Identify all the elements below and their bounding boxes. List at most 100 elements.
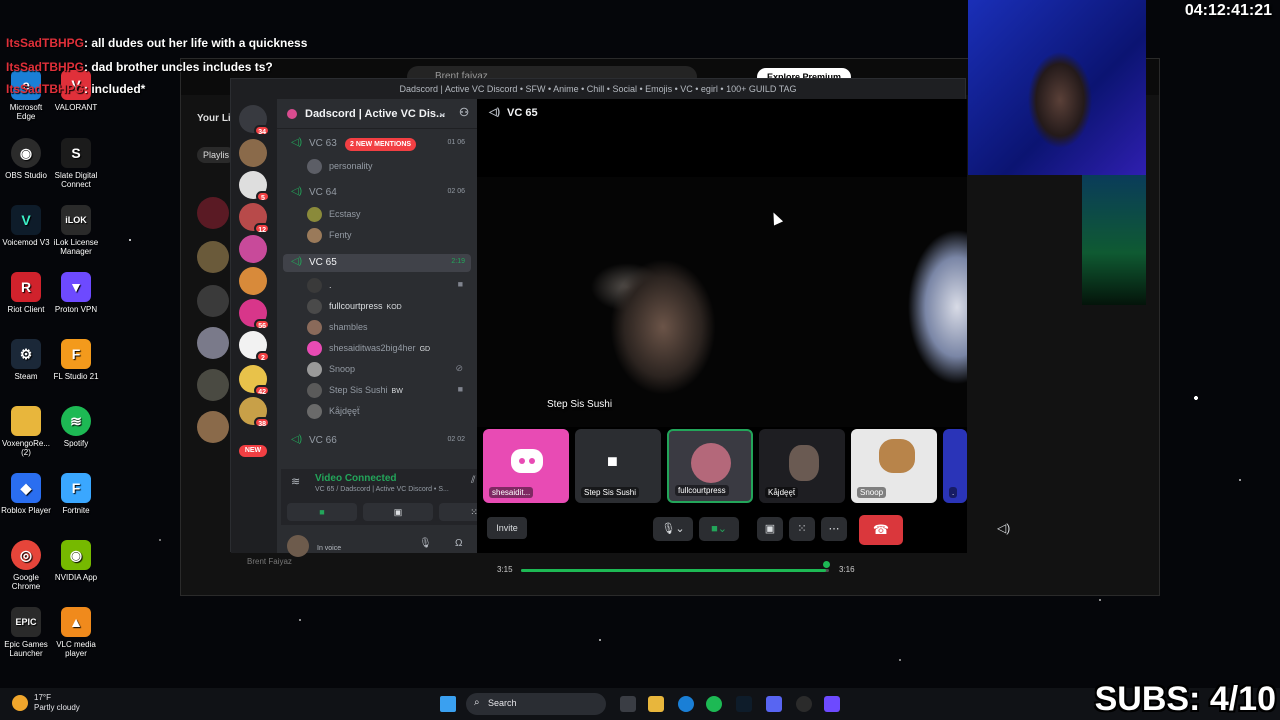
obs-icon[interactable] xyxy=(796,696,812,712)
discord-icon[interactable] xyxy=(766,696,782,712)
proton-icon[interactable] xyxy=(824,696,840,712)
desktop-icon-slate[interactable]: S Slate Digital Connect xyxy=(50,138,102,189)
voice-channel-path[interactable]: VC 65 / Dadscord | Active VC Discord • S… xyxy=(315,486,449,493)
desktop-icon-chrome[interactable]: ◎ Google Chrome xyxy=(0,540,52,591)
library-item[interactable] xyxy=(197,411,229,443)
desktop-icon-label: Riot Client xyxy=(7,305,45,314)
activities-button[interactable]: ⁙ xyxy=(789,517,815,541)
camera-button[interactable]: ■⌄ xyxy=(699,517,739,541)
server-icon[interactable]: 5 xyxy=(239,171,270,202)
server-icon[interactable]: 2 xyxy=(239,331,270,362)
voice-channel-vc66[interactable]: ◁) VC 66 02 02 xyxy=(283,432,471,450)
voice-member[interactable]: . ■ xyxy=(307,278,467,294)
participant-tile[interactable]: Kåjdęęẗ xyxy=(759,429,845,503)
playback-progress[interactable]: 3:15 3:16 xyxy=(497,561,867,577)
file-explorer-icon[interactable] xyxy=(648,696,664,712)
library-item[interactable] xyxy=(197,197,229,229)
voice-member[interactable]: Snoop ⊘ xyxy=(307,362,467,378)
participant-tile[interactable]: Snoop xyxy=(851,429,937,503)
voice-status[interactable]: Video Connected xyxy=(315,473,397,484)
library-item[interactable] xyxy=(197,285,229,317)
screen-share-button[interactable]: ▣ xyxy=(363,503,433,521)
your-library-heading[interactable]: Your Li xyxy=(197,113,231,124)
task-view-icon[interactable] xyxy=(620,696,636,712)
slate-icon: S xyxy=(61,138,91,168)
signal-icon[interactable]: ≋ xyxy=(291,475,300,488)
server-icon[interactable] xyxy=(239,139,267,167)
more-icon: ⋯ xyxy=(828,523,840,535)
voice-member[interactable]: Fenty xyxy=(307,228,467,244)
server-icon[interactable]: 38 xyxy=(239,397,270,428)
leave-call-button[interactable]: ☎ xyxy=(859,515,903,545)
desktop-icon-ilok[interactable]: iLOK iLok License Manager xyxy=(50,205,102,256)
invite-button[interactable]: Invite xyxy=(487,517,527,539)
desktop-icon-fl-studio[interactable]: F FL Studio 21 xyxy=(50,339,102,381)
library-item[interactable] xyxy=(197,327,229,359)
server-icon[interactable] xyxy=(239,267,267,295)
spotify-icon[interactable] xyxy=(706,696,722,712)
voice-member[interactable]: Ecstasy xyxy=(307,207,467,223)
voice-channel-vc63[interactable]: ◁) VC 63 2 NEW MENTIONS 01 06 xyxy=(283,135,471,153)
headphones-icon[interactable]: Ω xyxy=(455,538,462,549)
microphone-button[interactable]: 🎙⌄ xyxy=(653,517,693,541)
desktop-icon-epic[interactable]: EPIC Epic Games Launcher xyxy=(0,607,52,658)
mention-badge: 34 xyxy=(254,125,270,136)
voice-member[interactable]: personality xyxy=(307,159,467,175)
desktop-icon-folder[interactable]: VoxengoRe... (2) xyxy=(0,406,52,457)
voice-member[interactable]: Step Sis Sushi BW ■ xyxy=(307,383,467,399)
participant-tile[interactable]: shesaidit... xyxy=(483,429,569,503)
voice-member[interactable]: fullcourtpress KOD xyxy=(307,299,467,315)
add-user-icon[interactable]: ⚇ xyxy=(459,106,469,119)
main-video-feed[interactable] xyxy=(477,177,967,427)
desktop-icon-nvidia[interactable]: ◉ NVIDIA App xyxy=(50,540,102,582)
server-icon[interactable]: 56 xyxy=(239,299,270,330)
weather-widget[interactable]: 17°F Partly cloudy xyxy=(10,693,80,713)
desktop-icon-roblox[interactable]: ◆ Roblox Player xyxy=(0,473,52,515)
voice-channel-vc65[interactable]: ◁) VC 65 2:19 xyxy=(283,254,471,272)
desktop-icon-fortnite[interactable]: F Fortnite xyxy=(50,473,102,515)
progress-knob[interactable] xyxy=(822,561,830,568)
desktop-icon-steam[interactable]: ⚙ Steam xyxy=(0,339,52,381)
desktop-icon-obs[interactable]: ◉ OBS Studio xyxy=(0,138,52,180)
screen-share-button[interactable]: ▣ xyxy=(757,517,783,541)
stage-header: ◁) VC 65 xyxy=(477,99,967,129)
desktop-icon-vlc[interactable]: ▲ VLC media player xyxy=(50,607,102,658)
guild-header[interactable]: Dadscord | Active VC Dis... ⌄ ⚇ xyxy=(277,99,477,129)
avatar[interactable] xyxy=(287,535,309,557)
discord-window: Dadscord | Active VC Discord • SFW • Ani… xyxy=(230,78,1010,557)
server-list: 34 5 12 56 2 42 38 NEW xyxy=(231,99,277,553)
server-icon[interactable]: 42 xyxy=(239,365,270,396)
participant-tiles: shesaidit... ■ Step Sis Sushi fullcourtpr… xyxy=(483,429,967,503)
server-icon[interactable]: 12 xyxy=(239,203,270,234)
start-button[interactable] xyxy=(440,696,456,712)
volume-icon[interactable]: ◁) xyxy=(997,521,1010,535)
taskbar-search[interactable]: ⌕ Search xyxy=(466,693,606,715)
voice-channel-vc64[interactable]: ◁) VC 64 02 06 xyxy=(283,184,471,202)
voicemod-icon[interactable] xyxy=(736,696,752,712)
voice-member[interactable]: shambles xyxy=(307,320,467,336)
microphone-icon[interactable]: 🎙 xyxy=(419,538,432,549)
camera-toggle-button[interactable]: ■ xyxy=(287,503,357,521)
home-button[interactable]: 34 xyxy=(239,105,270,136)
edge-icon[interactable] xyxy=(678,696,694,712)
participant-tile[interactable]: ■ Step Sis Sushi xyxy=(575,429,661,503)
participant-tile[interactable]: fullcourtpress xyxy=(667,429,753,503)
library-item[interactable] xyxy=(197,241,229,273)
desktop-icon-riot[interactable]: R Riot Client xyxy=(0,272,52,314)
progress-track[interactable] xyxy=(521,569,829,572)
desktop-icon-proton[interactable]: ▼ Proton VPN xyxy=(50,272,102,314)
new-servers-pill[interactable]: NEW xyxy=(239,445,267,457)
chevron-down-icon[interactable]: ⌄ xyxy=(438,106,447,119)
participant-tile[interactable]: . xyxy=(943,429,967,503)
desktop-icon-spotify[interactable]: ≋ Spotify xyxy=(50,406,102,448)
guild-tag: BW xyxy=(391,388,403,395)
participant-name: shesaidit... xyxy=(489,487,534,498)
voice-member[interactable]: shesaiditwas2big4her GD xyxy=(307,341,467,357)
desktop-icon-voicemod[interactable]: V Voicemod V3 xyxy=(0,205,52,247)
library-item[interactable] xyxy=(197,369,229,401)
more-options-button[interactable]: ⋯ xyxy=(821,517,847,541)
voice-member[interactable]: Kåjdęęẗ xyxy=(307,404,467,420)
noise-suppression-icon[interactable]: ⫽ xyxy=(471,475,475,486)
server-icon[interactable] xyxy=(239,235,267,263)
chat-message: ItsSadTBHPG: dad brother uncles includes… xyxy=(6,60,273,74)
